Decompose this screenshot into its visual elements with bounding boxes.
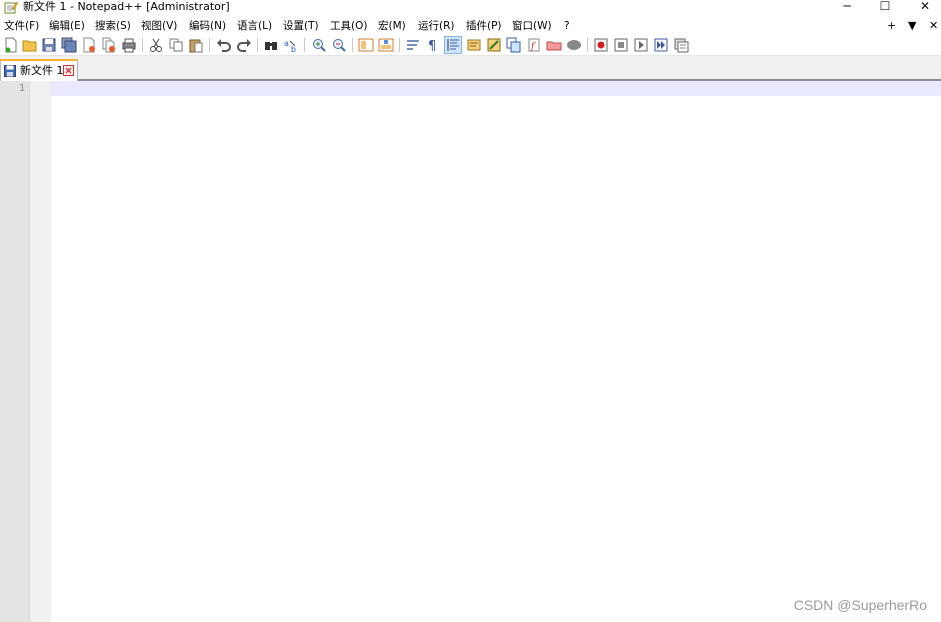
menu-edit[interactable]: 编辑(E)	[49, 19, 85, 33]
close-window-button[interactable]: ✕	[915, 0, 935, 13]
file-saved-icon	[4, 65, 16, 77]
menu-help[interactable]: ?	[564, 19, 570, 33]
user-language-icon[interactable]	[466, 37, 482, 53]
close-icon[interactable]	[81, 37, 97, 53]
folder-workspace-icon[interactable]: f	[526, 37, 542, 53]
save-icon[interactable]	[41, 37, 57, 53]
paste-icon[interactable]	[188, 37, 204, 53]
show-all-chars-icon[interactable]: ¶	[425, 37, 441, 53]
minimize-button[interactable]: ─	[837, 0, 857, 13]
indent-guide-icon[interactable]	[444, 36, 462, 54]
menu-plugins[interactable]: 插件(P)	[466, 19, 502, 33]
menu-bar: 文件(F) 编辑(E) 搜索(S) 视图(V) 编码(N) 语言(L) 设置(T…	[0, 17, 941, 35]
close-all-icon[interactable]	[101, 37, 117, 53]
stop-record-icon[interactable]	[593, 37, 609, 53]
tab-close-icon[interactable]	[63, 65, 74, 76]
macro-save-icon[interactable]	[673, 37, 689, 53]
menu-language[interactable]: 语言(L)	[237, 19, 272, 33]
replace-icon[interactable]: ab	[283, 37, 299, 53]
toolbar-separator	[399, 38, 400, 52]
editor: 1	[0, 81, 941, 622]
record-macro-icon[interactable]	[566, 37, 582, 53]
text-editing-area[interactable]	[51, 81, 941, 622]
fold-margin[interactable]	[30, 81, 51, 622]
save-all-icon[interactable]	[61, 37, 77, 53]
tab-list-dropdown-button[interactable]: ▼	[908, 19, 916, 33]
toolbar-separator	[142, 38, 143, 52]
title-bar: 新文件 1 - Notepad++ [Administrator] ─ ☐ ✕	[0, 0, 941, 17]
svg-text:a: a	[284, 39, 289, 48]
toolbar-separator	[209, 38, 210, 52]
play-macro-icon[interactable]	[613, 37, 629, 53]
tab-label: 新文件 1	[20, 64, 64, 77]
zoom-out-icon[interactable]	[331, 37, 347, 53]
copy-icon[interactable]	[168, 37, 184, 53]
word-wrap-icon[interactable]	[405, 37, 421, 53]
menu-file[interactable]: 文件(F)	[4, 19, 39, 33]
run-macro-multiple-icon[interactable]	[633, 37, 649, 53]
svg-text:b: b	[291, 45, 296, 53]
menu-run[interactable]: 运行(R)	[418, 19, 455, 33]
toolbar-separator	[257, 38, 258, 52]
line-number: 1	[18, 83, 25, 94]
menu-view[interactable]: 视图(V)	[141, 19, 177, 33]
document-map-icon[interactable]	[486, 37, 502, 53]
redo-icon[interactable]	[236, 37, 252, 53]
menu-encoding[interactable]: 编码(N)	[189, 19, 226, 33]
watermark: CSDN @SuperherRo	[793, 597, 927, 613]
sync-horizontal-icon[interactable]	[378, 37, 394, 53]
menu-macro[interactable]: 宏(M)	[378, 19, 406, 33]
window-title: 新文件 1 - Notepad++ [Administrator]	[23, 0, 230, 13]
toolbar-separator	[352, 38, 353, 52]
new-tab-plus-button[interactable]: +	[887, 19, 896, 33]
open-file-icon[interactable]	[22, 37, 38, 53]
toolbar-separator	[587, 38, 588, 52]
toolbar: ab ¶ f	[0, 35, 941, 56]
maximize-button[interactable]: ☐	[875, 0, 895, 13]
svg-text:¶: ¶	[428, 39, 436, 53]
menu-search[interactable]: 搜索(S)	[95, 19, 131, 33]
function-list-icon[interactable]	[506, 37, 522, 53]
cut-icon[interactable]	[148, 37, 164, 53]
zoom-in-icon[interactable]	[311, 37, 327, 53]
close-document-button[interactable]: ✕	[929, 19, 938, 33]
menu-window[interactable]: 窗口(W)	[512, 19, 552, 33]
monitoring-icon[interactable]	[546, 37, 562, 53]
menu-tools[interactable]: 工具(O)	[330, 19, 367, 33]
sync-vertical-icon[interactable]	[358, 37, 374, 53]
toolbar-separator	[304, 38, 305, 52]
undo-icon[interactable]	[216, 37, 232, 53]
new-file-icon[interactable]	[3, 37, 19, 53]
tab-bar: 新文件 1	[0, 56, 941, 81]
menu-settings[interactable]: 设置(T)	[283, 19, 319, 33]
notepad-app-icon	[4, 1, 19, 14]
save-macro-icon[interactable]	[653, 37, 669, 53]
line-number-gutter: 1	[0, 81, 30, 622]
tab-new-file-1[interactable]: 新文件 1	[0, 59, 78, 81]
print-icon[interactable]	[121, 37, 137, 53]
find-icon[interactable]	[263, 37, 279, 53]
